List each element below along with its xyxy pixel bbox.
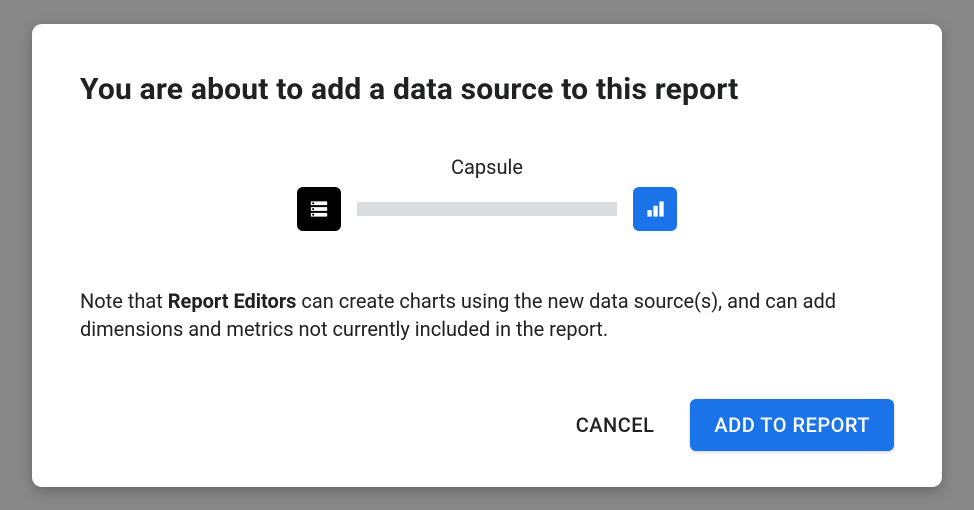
connection-icon-row [297, 187, 677, 231]
database-icon [297, 187, 341, 231]
note-strong: Report Editors [168, 289, 297, 313]
add-to-report-button[interactable]: ADD TO REPORT [690, 399, 894, 451]
connector-bar [357, 202, 617, 216]
cancel-button[interactable]: CANCEL [568, 401, 663, 449]
dialog-title: You are about to add a data source to th… [80, 72, 894, 107]
connection-visual: Capsule [80, 155, 894, 231]
add-data-source-dialog: You are about to add a data source to th… [32, 24, 942, 487]
data-source-name: Capsule [451, 155, 523, 179]
dialog-button-row: CANCEL ADD TO REPORT [80, 399, 894, 451]
report-chart-icon [633, 187, 677, 231]
dialog-note: Note that Report Editors can create char… [80, 287, 894, 343]
note-prefix: Note that [80, 289, 168, 313]
